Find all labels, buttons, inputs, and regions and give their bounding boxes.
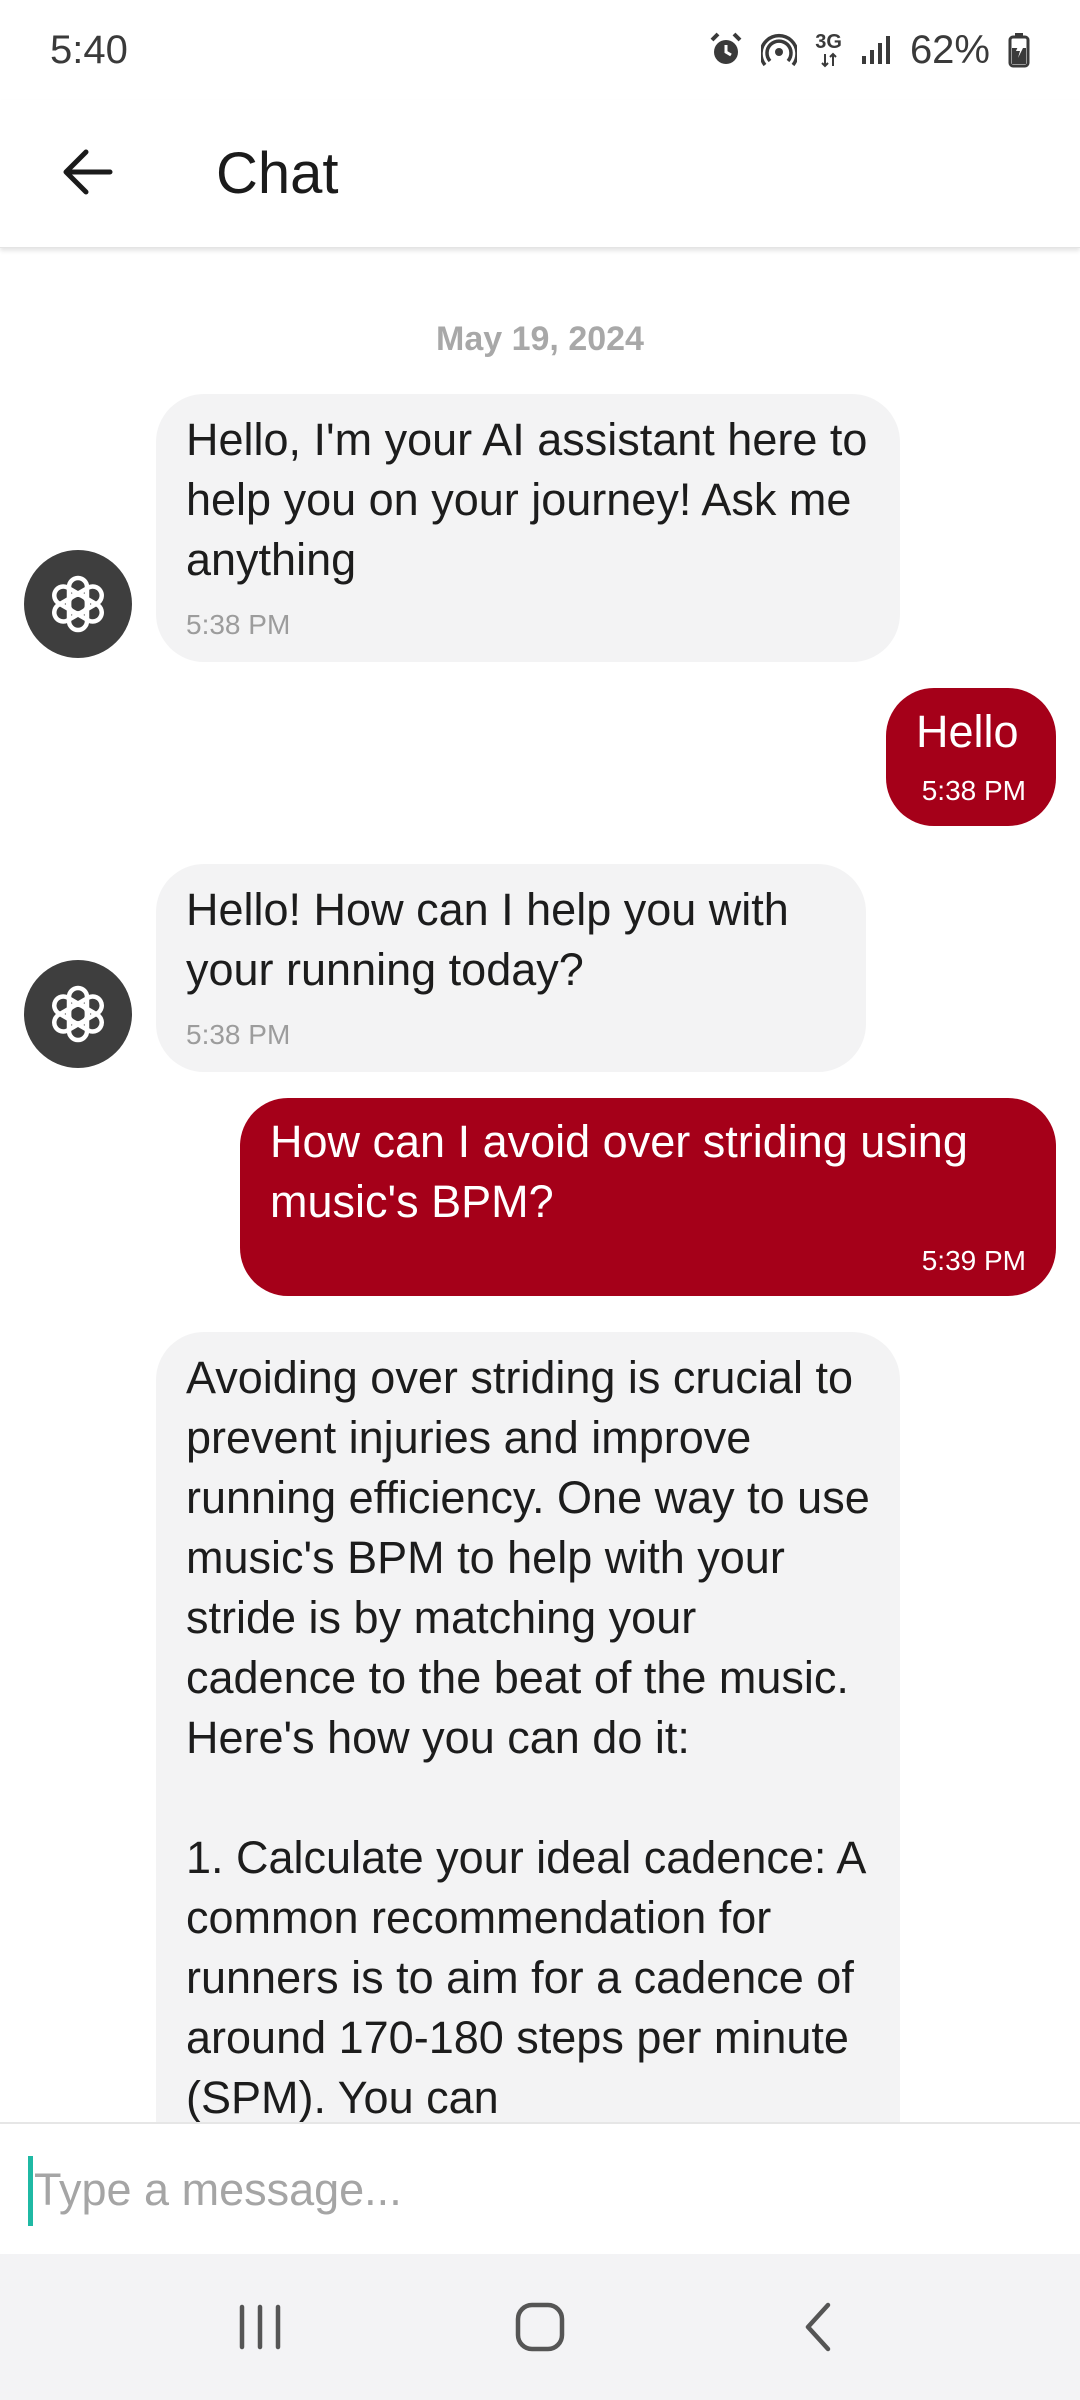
network-3g-icon: 3G	[815, 32, 842, 68]
chat-messages[interactable]: May 19, 2024 Hello, I'm your AI assistan…	[0, 250, 1080, 2122]
nav-back-button[interactable]	[760, 2267, 880, 2387]
message-time: 5:38 PM	[186, 609, 291, 640]
message-text: Avoiding over striding is crucial to pre…	[186, 1352, 870, 2122]
system-nav-bar	[0, 2254, 1080, 2400]
battery-level: 62%	[909, 27, 990, 72]
home-icon	[515, 2302, 565, 2352]
home-button[interactable]	[480, 2267, 600, 2387]
signal-icon	[860, 34, 892, 66]
date-separator: May 19, 2024	[436, 320, 644, 358]
recent-apps-icon	[239, 2304, 281, 2350]
status-icons: 3G 62%	[709, 28, 1030, 73]
status-bar: 5:40 3G 62%	[0, 0, 1080, 100]
message-text: Hello	[916, 706, 1019, 757]
app-bar: Chat	[0, 100, 1080, 248]
message-text: Hello! How can I help you with your runn…	[186, 884, 802, 995]
recent-apps-button[interactable]	[200, 2267, 320, 2387]
user-message: Hello 5:38 PM	[886, 688, 1056, 826]
message-time: 5:38 PM	[921, 775, 1026, 806]
page-title: Chat	[216, 141, 339, 206]
text-caret	[28, 2156, 33, 2226]
user-message: How can I avoid over striding using musi…	[240, 1098, 1056, 1296]
back-icon	[805, 2302, 831, 2352]
alarm-icon	[709, 32, 743, 68]
assistant-avatar	[24, 550, 132, 658]
assistant-logo-icon	[52, 575, 104, 633]
battery-icon	[1008, 32, 1030, 68]
message-composer	[0, 2122, 1080, 2254]
message-time: 5:39 PM	[921, 1245, 1026, 1276]
message-time: 5:38 PM	[186, 1019, 291, 1050]
assistant-message: Avoiding over striding is crucial to pre…	[156, 1332, 900, 2122]
status-time: 5:40	[50, 27, 128, 72]
message-text: How can I avoid over striding using musi…	[270, 1116, 981, 1227]
network-type-label: 3G	[815, 31, 842, 53]
assistant-avatar	[24, 960, 132, 1068]
message-text: Hello, I'm your AI assistant here to hel…	[186, 414, 880, 585]
message-input[interactable]	[30, 2150, 1050, 2230]
hotspot-icon	[761, 32, 798, 68]
assistant-message: Hello, I'm your AI assistant here to hel…	[156, 394, 900, 662]
assistant-logo-icon	[52, 985, 104, 1043]
back-button[interactable]	[48, 132, 128, 212]
arrow-left-icon	[63, 149, 113, 195]
assistant-message: Hello! How can I help you with your runn…	[156, 864, 866, 1072]
